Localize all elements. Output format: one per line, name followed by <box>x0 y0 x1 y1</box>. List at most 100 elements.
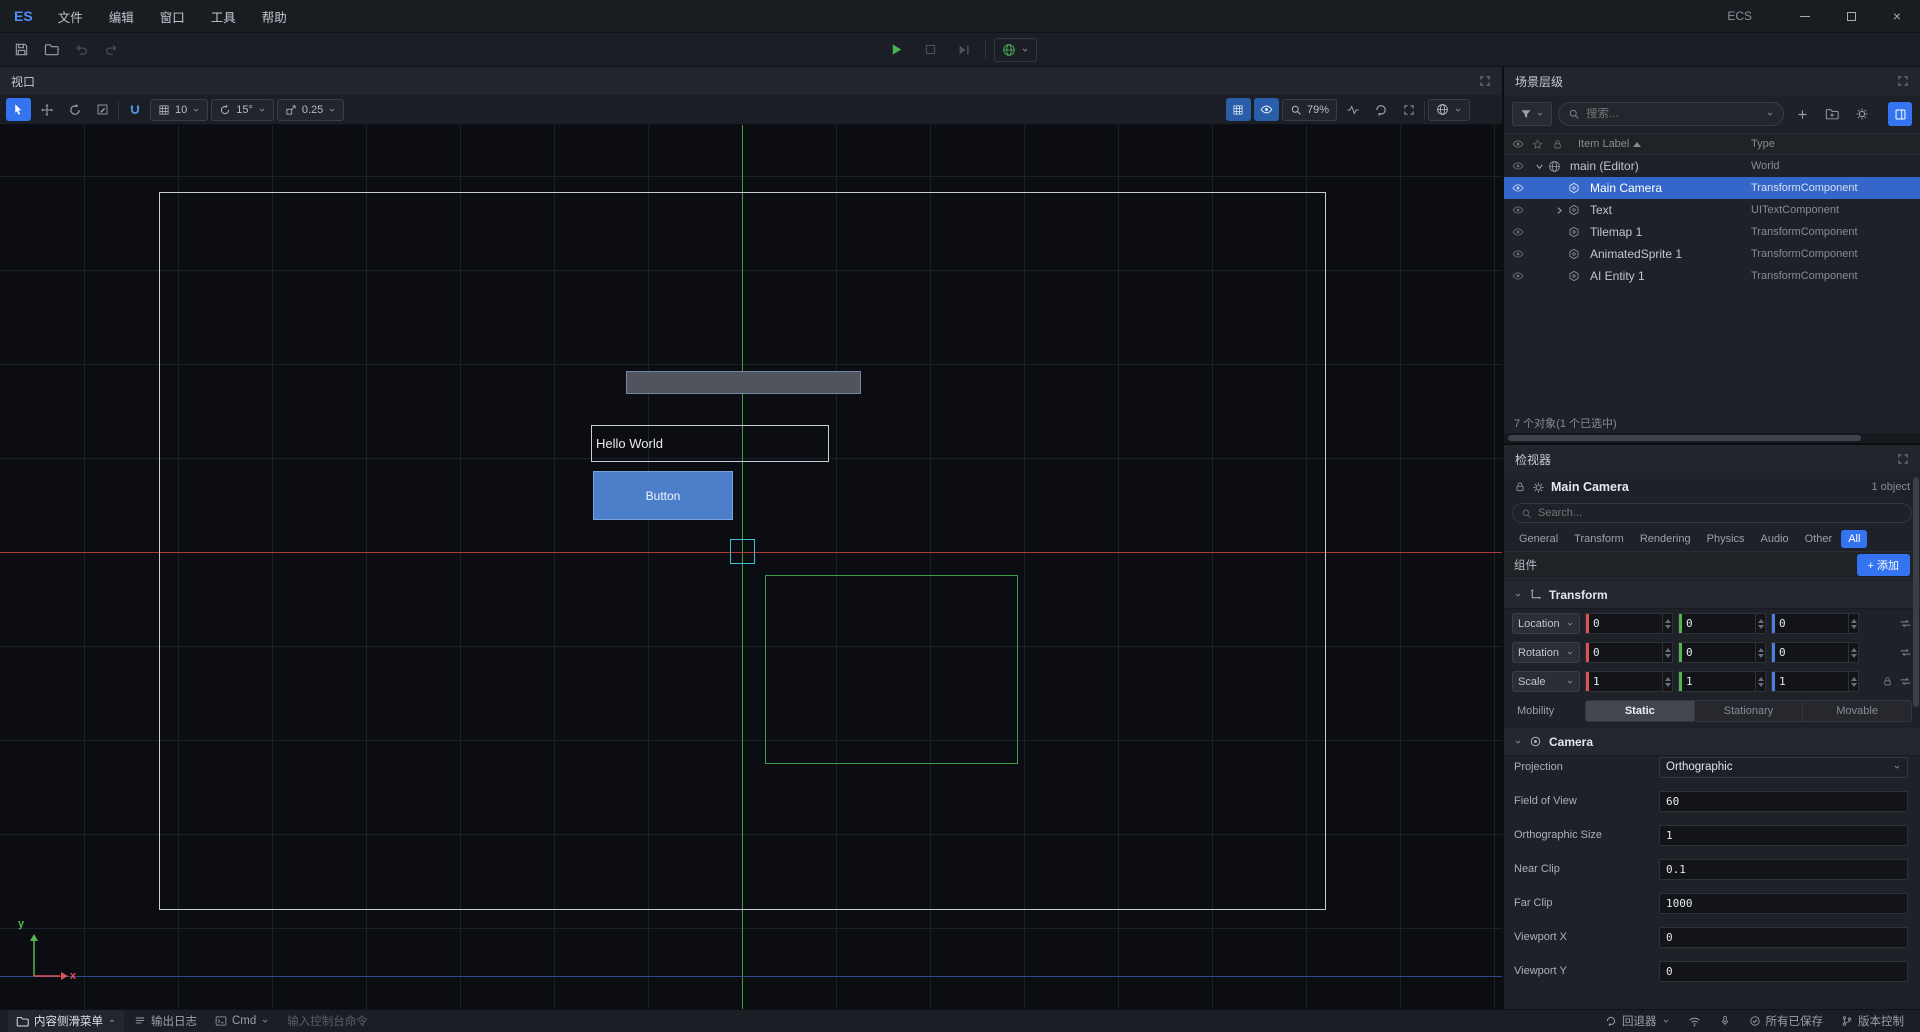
fov-input[interactable] <box>1666 795 1901 808</box>
viewport-maximize-button[interactable] <box>1479 75 1491 87</box>
menu-file[interactable]: 文件 <box>45 0 96 32</box>
filter-dropdown[interactable] <box>1512 102 1552 126</box>
near-clip-input[interactable] <box>1666 863 1901 876</box>
projection-select[interactable]: Orthographic <box>1659 757 1908 778</box>
undo-button[interactable] <box>68 38 94 62</box>
favorite-column-icon[interactable] <box>1532 139 1552 150</box>
open-button[interactable] <box>38 38 64 62</box>
hierarchy-row-text[interactable]: Text UITextComponent <box>1504 199 1920 221</box>
spinner[interactable] <box>1755 672 1765 691</box>
move-tool-button[interactable] <box>34 98 59 121</box>
location-y-input[interactable] <box>1682 617 1755 630</box>
tab-all[interactable]: All <box>1841 530 1867 548</box>
spinner[interactable] <box>1662 672 1672 691</box>
view-mode-dropdown[interactable] <box>1428 99 1470 121</box>
viewport-x-field[interactable] <box>1659 927 1908 948</box>
scrollbar-thumb[interactable] <box>1508 435 1861 441</box>
grid-snap-dropdown[interactable]: 10 <box>150 99 208 121</box>
viewport-y-input[interactable] <box>1666 965 1901 978</box>
content-drawer-button[interactable]: 内容侧滑菜单 <box>8 1010 124 1032</box>
reset-view-button[interactable] <box>1368 98 1393 121</box>
hierarchy-horizontal-scrollbar[interactable] <box>1504 433 1920 443</box>
redo-button[interactable] <box>98 38 124 62</box>
expand-collapse-icon[interactable] <box>1532 162 1546 171</box>
spinner[interactable] <box>1662 643 1672 662</box>
step-button[interactable] <box>951 38 977 62</box>
minimize-button[interactable] <box>1782 0 1828 32</box>
spinner[interactable] <box>1848 643 1858 662</box>
visibility-toggle[interactable] <box>1254 98 1279 121</box>
location-y-field[interactable] <box>1678 613 1766 634</box>
rotate-tool-button[interactable] <box>62 98 87 121</box>
far-clip-field[interactable] <box>1659 893 1908 914</box>
rotation-z-field[interactable] <box>1771 642 1859 663</box>
visibility-column-icon[interactable] <box>1512 138 1532 150</box>
viewport-x-input[interactable] <box>1666 931 1901 944</box>
hierarchy-row-ai-entity[interactable]: AI Entity 1 TransformComponent <box>1504 265 1920 287</box>
uniform-scale-lock-button[interactable] <box>1882 676 1893 687</box>
version-control-button[interactable]: 版本控制 <box>1833 1013 1912 1029</box>
inspector-search-input[interactable] <box>1538 507 1903 519</box>
visibility-eye-icon[interactable] <box>1512 160 1532 172</box>
play-button[interactable] <box>883 38 909 62</box>
network-status-button[interactable] <box>1680 1015 1709 1028</box>
menu-tools[interactable]: 工具 <box>198 0 249 32</box>
hierarchy-row-world[interactable]: main (Editor) World <box>1504 155 1920 177</box>
rotation-y-input[interactable] <box>1682 646 1755 659</box>
near-clip-field[interactable] <box>1659 859 1908 880</box>
rotation-z-input[interactable] <box>1775 646 1848 659</box>
tab-transform[interactable]: Transform <box>1567 530 1631 548</box>
cmd-dropdown[interactable]: Cmd <box>207 1010 277 1032</box>
rotation-x-field[interactable] <box>1585 642 1673 663</box>
scale-x-field[interactable] <box>1585 671 1673 692</box>
camera-section-header[interactable]: Camera <box>1504 728 1920 756</box>
tab-physics[interactable]: Physics <box>1700 530 1752 548</box>
save-status-button[interactable]: 所有已保存 <box>1741 1013 1832 1029</box>
console-command-input[interactable]: 输入控制台命令 <box>279 1010 376 1032</box>
visibility-eye-icon[interactable] <box>1512 270 1532 282</box>
close-button[interactable]: × <box>1874 0 1920 32</box>
spinner[interactable] <box>1755 643 1765 662</box>
snap-toggle-button[interactable] <box>122 98 147 121</box>
world-mode-dropdown[interactable] <box>994 38 1037 62</box>
ortho-size-field[interactable] <box>1659 825 1908 846</box>
add-component-button[interactable]: + 添加 <box>1857 554 1910 576</box>
hierarchy-search[interactable] <box>1558 102 1784 126</box>
scale-z-field[interactable] <box>1771 671 1859 692</box>
save-button[interactable] <box>8 38 34 62</box>
location-x-input[interactable] <box>1589 617 1662 630</box>
spinner[interactable] <box>1848 614 1858 633</box>
ortho-size-input[interactable] <box>1666 829 1901 842</box>
reset-rotation-button[interactable] <box>1899 646 1912 659</box>
tab-general[interactable]: General <box>1512 530 1565 548</box>
scale-x-input[interactable] <box>1589 675 1662 688</box>
panel-layout-button[interactable] <box>1888 102 1912 126</box>
menu-help[interactable]: 帮助 <box>249 0 300 32</box>
spinner[interactable] <box>1662 614 1672 633</box>
rotation-snap-dropdown[interactable]: 15° <box>211 99 274 121</box>
column-item-label[interactable]: Item Label <box>1572 138 1751 150</box>
add-entity-button[interactable] <box>1790 102 1814 126</box>
visibility-eye-icon[interactable] <box>1512 182 1532 194</box>
mobility-stationary-button[interactable]: Stationary <box>1695 701 1804 721</box>
menu-window[interactable]: 窗口 <box>147 0 198 32</box>
hierarchy-row-main-camera[interactable]: Main Camera TransformComponent <box>1504 177 1920 199</box>
expand-view-button[interactable] <box>1396 98 1421 121</box>
rollback-dropdown[interactable]: 回退器 <box>1597 1013 1678 1029</box>
scale-snap-dropdown[interactable]: 0.25 <box>277 99 344 121</box>
hierarchy-maximize-button[interactable] <box>1897 75 1909 87</box>
text-widget[interactable]: Hello World <box>591 425 829 462</box>
mobility-static-button[interactable]: Static <box>1586 701 1695 721</box>
inspector-scrollbar[interactable] <box>1913 477 1919 707</box>
location-z-field[interactable] <box>1771 613 1859 634</box>
fov-field[interactable] <box>1659 791 1908 812</box>
microphone-button[interactable] <box>1711 1015 1739 1027</box>
hierarchy-row-animatedsprite[interactable]: AnimatedSprite 1 TransformComponent <box>1504 243 1920 265</box>
scale-dropdown[interactable]: Scale <box>1512 671 1580 692</box>
add-folder-button[interactable] <box>1820 102 1844 126</box>
viewport-y-field[interactable] <box>1659 961 1908 982</box>
reset-scale-button[interactable] <box>1899 675 1912 688</box>
far-clip-input[interactable] <box>1666 897 1901 910</box>
mobility-movable-button[interactable]: Movable <box>1803 701 1911 721</box>
lock-column-icon[interactable] <box>1552 139 1572 150</box>
